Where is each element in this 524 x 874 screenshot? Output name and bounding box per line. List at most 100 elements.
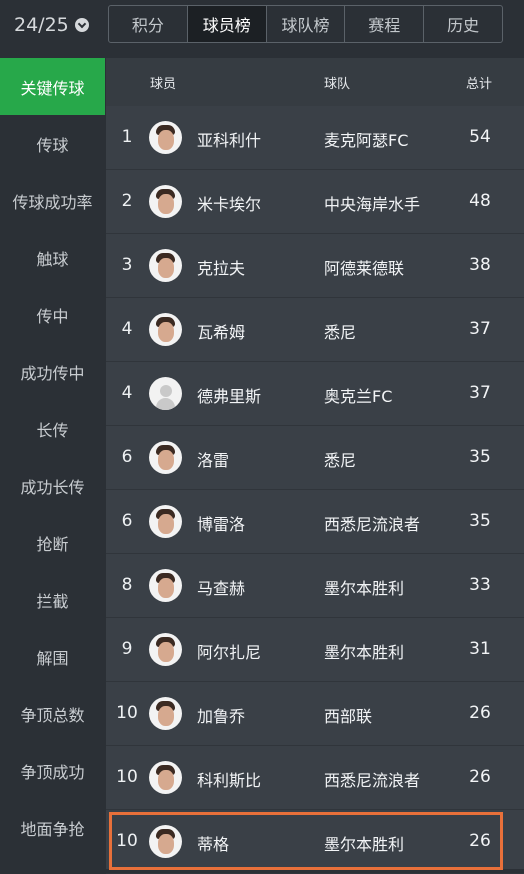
player-avatar-icon [149, 761, 182, 794]
table-row-highlighted[interactable]: 10 蒂格 墨尔本胜利 26 [106, 810, 524, 874]
player-avatar-icon [149, 441, 182, 474]
table-row[interactable]: 10 科利斯比 西悉尼流浪者 26 [106, 746, 524, 810]
player-avatar-icon [149, 249, 182, 282]
player-avatar-icon [149, 569, 182, 602]
sidebar-item-ground-duels[interactable]: 地面争抢 [0, 799, 105, 856]
default-avatar-icon [149, 377, 182, 410]
table-row[interactable]: 6 洛雷 悉尼 35 [106, 426, 524, 490]
team-name: 奥克兰FC [324, 387, 393, 406]
player-name: 马查赫 [197, 579, 246, 598]
team-name: 西悉尼流浪者 [324, 771, 421, 790]
table-row[interactable]: 1 亚科利什 麦克阿瑟FC 54 [106, 106, 524, 170]
sidebar-item-successful-long-balls[interactable]: 成功长传 [0, 457, 105, 514]
table-row[interactable]: 2 米卡埃尔 中央海岸水手 48 [106, 170, 524, 234]
team-name: 西悉尼流浪者 [324, 515, 421, 534]
tab-history[interactable]: 历史 [424, 6, 502, 42]
tab-player-rankings[interactable]: 球员榜 [187, 6, 267, 42]
table-row[interactable]: 6 博雷洛 西悉尼流浪者 35 [106, 490, 524, 554]
sidebar-item-interceptions[interactable]: 拦截 [0, 571, 105, 628]
table-row[interactable]: 9 阿尔扎尼 墨尔本胜利 31 [106, 618, 524, 682]
total-value: 35 [469, 447, 491, 467]
total-value: 31 [469, 639, 491, 659]
team-name: 墨尔本胜利 [324, 835, 405, 854]
sidebar-item-touches[interactable]: 触球 [0, 229, 105, 286]
tab-standings[interactable]: 积分 [109, 6, 188, 42]
team-name: 悉尼 [324, 451, 357, 470]
tab-team-rankings[interactable]: 球队榜 [267, 6, 346, 42]
player-avatar-icon [149, 121, 182, 154]
team-name: 麦克阿瑟FC [324, 131, 409, 150]
total-value: 26 [469, 831, 491, 851]
sidebar-item-key-passes[interactable]: 关键传球 [0, 58, 105, 115]
table-row[interactable]: 4 德弗里斯 奥克兰FC 37 [106, 362, 524, 426]
column-header-player: 球员 [150, 76, 177, 92]
sidebar-item-aerial-duels-won[interactable]: 争顶成功 [0, 742, 105, 799]
team-name: 墨尔本胜利 [324, 643, 405, 662]
team-name: 悉尼 [324, 323, 357, 342]
season-selector[interactable]: 24/25 [14, 11, 89, 39]
player-name: 德弗里斯 [197, 387, 262, 406]
total-value: 33 [469, 575, 491, 595]
column-header-total: 总计 [466, 76, 493, 92]
rank: 6 [121, 447, 133, 467]
rank: 4 [121, 319, 133, 339]
chevron-down-icon [74, 18, 89, 32]
total-value: 48 [469, 191, 491, 211]
player-name: 克拉夫 [197, 259, 246, 278]
total-value: 35 [469, 511, 491, 531]
player-avatar-icon [149, 185, 182, 218]
player-name: 博雷洛 [197, 515, 246, 534]
rank: 6 [121, 511, 133, 531]
rank: 3 [121, 255, 133, 275]
sidebar-item-tackles[interactable]: 抢断 [0, 514, 105, 571]
column-header-team: 球队 [324, 76, 351, 92]
table-row[interactable]: 4 瓦希姆 悉尼 37 [106, 298, 524, 362]
rank: 8 [121, 575, 133, 595]
rank: 10 [116, 831, 138, 851]
table-header: 球员 球队 总计 [106, 58, 524, 106]
player-name: 加鲁乔 [197, 707, 246, 726]
player-ranking-table: 球员 球队 总计 1 亚科利什 麦克阿瑟FC 54 2 米卡埃尔 中央海岸水手 … [106, 58, 524, 874]
sidebar-item-crosses[interactable]: 传中 [0, 286, 105, 343]
total-value: 26 [469, 703, 491, 723]
tab-bar: 积分 球员榜 球队榜 赛程 历史 [108, 5, 503, 43]
player-name: 瓦希姆 [197, 323, 246, 342]
player-name: 亚科利什 [197, 131, 262, 150]
player-name: 米卡埃尔 [197, 195, 262, 214]
team-name: 西部联 [324, 707, 373, 726]
total-value: 37 [469, 319, 491, 339]
sidebar-item-pass-accuracy[interactable]: 传球成功率 [0, 172, 105, 229]
total-value: 26 [469, 767, 491, 787]
rank: 10 [116, 767, 138, 787]
sidebar-item-aerial-duels[interactable]: 争顶总数 [0, 685, 105, 742]
player-name: 洛雷 [197, 451, 230, 470]
player-avatar-icon [149, 633, 182, 666]
tab-schedule[interactable]: 赛程 [345, 6, 425, 42]
sidebar-item-clearances[interactable]: 解围 [0, 628, 105, 685]
team-name: 阿德莱德联 [324, 259, 405, 278]
rank: 9 [121, 639, 133, 659]
rank: 1 [121, 127, 133, 147]
sidebar-item-long-balls[interactable]: 长传 [0, 400, 105, 457]
table-row[interactable]: 10 加鲁乔 西部联 26 [106, 682, 524, 746]
player-name: 阿尔扎尼 [197, 643, 262, 662]
team-name: 墨尔本胜利 [324, 579, 405, 598]
sidebar-item-passes[interactable]: 传球 [0, 115, 105, 172]
season-label: 24/25 [14, 14, 69, 36]
rank: 10 [116, 703, 138, 723]
table-row[interactable]: 8 马查赫 墨尔本胜利 33 [106, 554, 524, 618]
table-row[interactable]: 3 克拉夫 阿德莱德联 38 [106, 234, 524, 298]
player-avatar-icon [149, 697, 182, 730]
player-name: 蒂格 [197, 835, 230, 854]
player-name: 科利斯比 [197, 771, 262, 790]
rank: 4 [121, 383, 133, 403]
top-bar: 24/25 积分 球员榜 球队榜 赛程 历史 [0, 0, 524, 50]
player-avatar-icon [149, 313, 182, 346]
player-avatar-icon [149, 505, 182, 538]
stat-category-sidebar: 关键传球 传球 传球成功率 触球 传中 成功传中 长传 成功长传 抢断 拦截 解… [0, 58, 105, 869]
total-value: 37 [469, 383, 491, 403]
sidebar-item-successful-crosses[interactable]: 成功传中 [0, 343, 105, 400]
total-value: 38 [469, 255, 491, 275]
total-value: 54 [469, 127, 491, 147]
player-avatar-icon [149, 825, 182, 858]
